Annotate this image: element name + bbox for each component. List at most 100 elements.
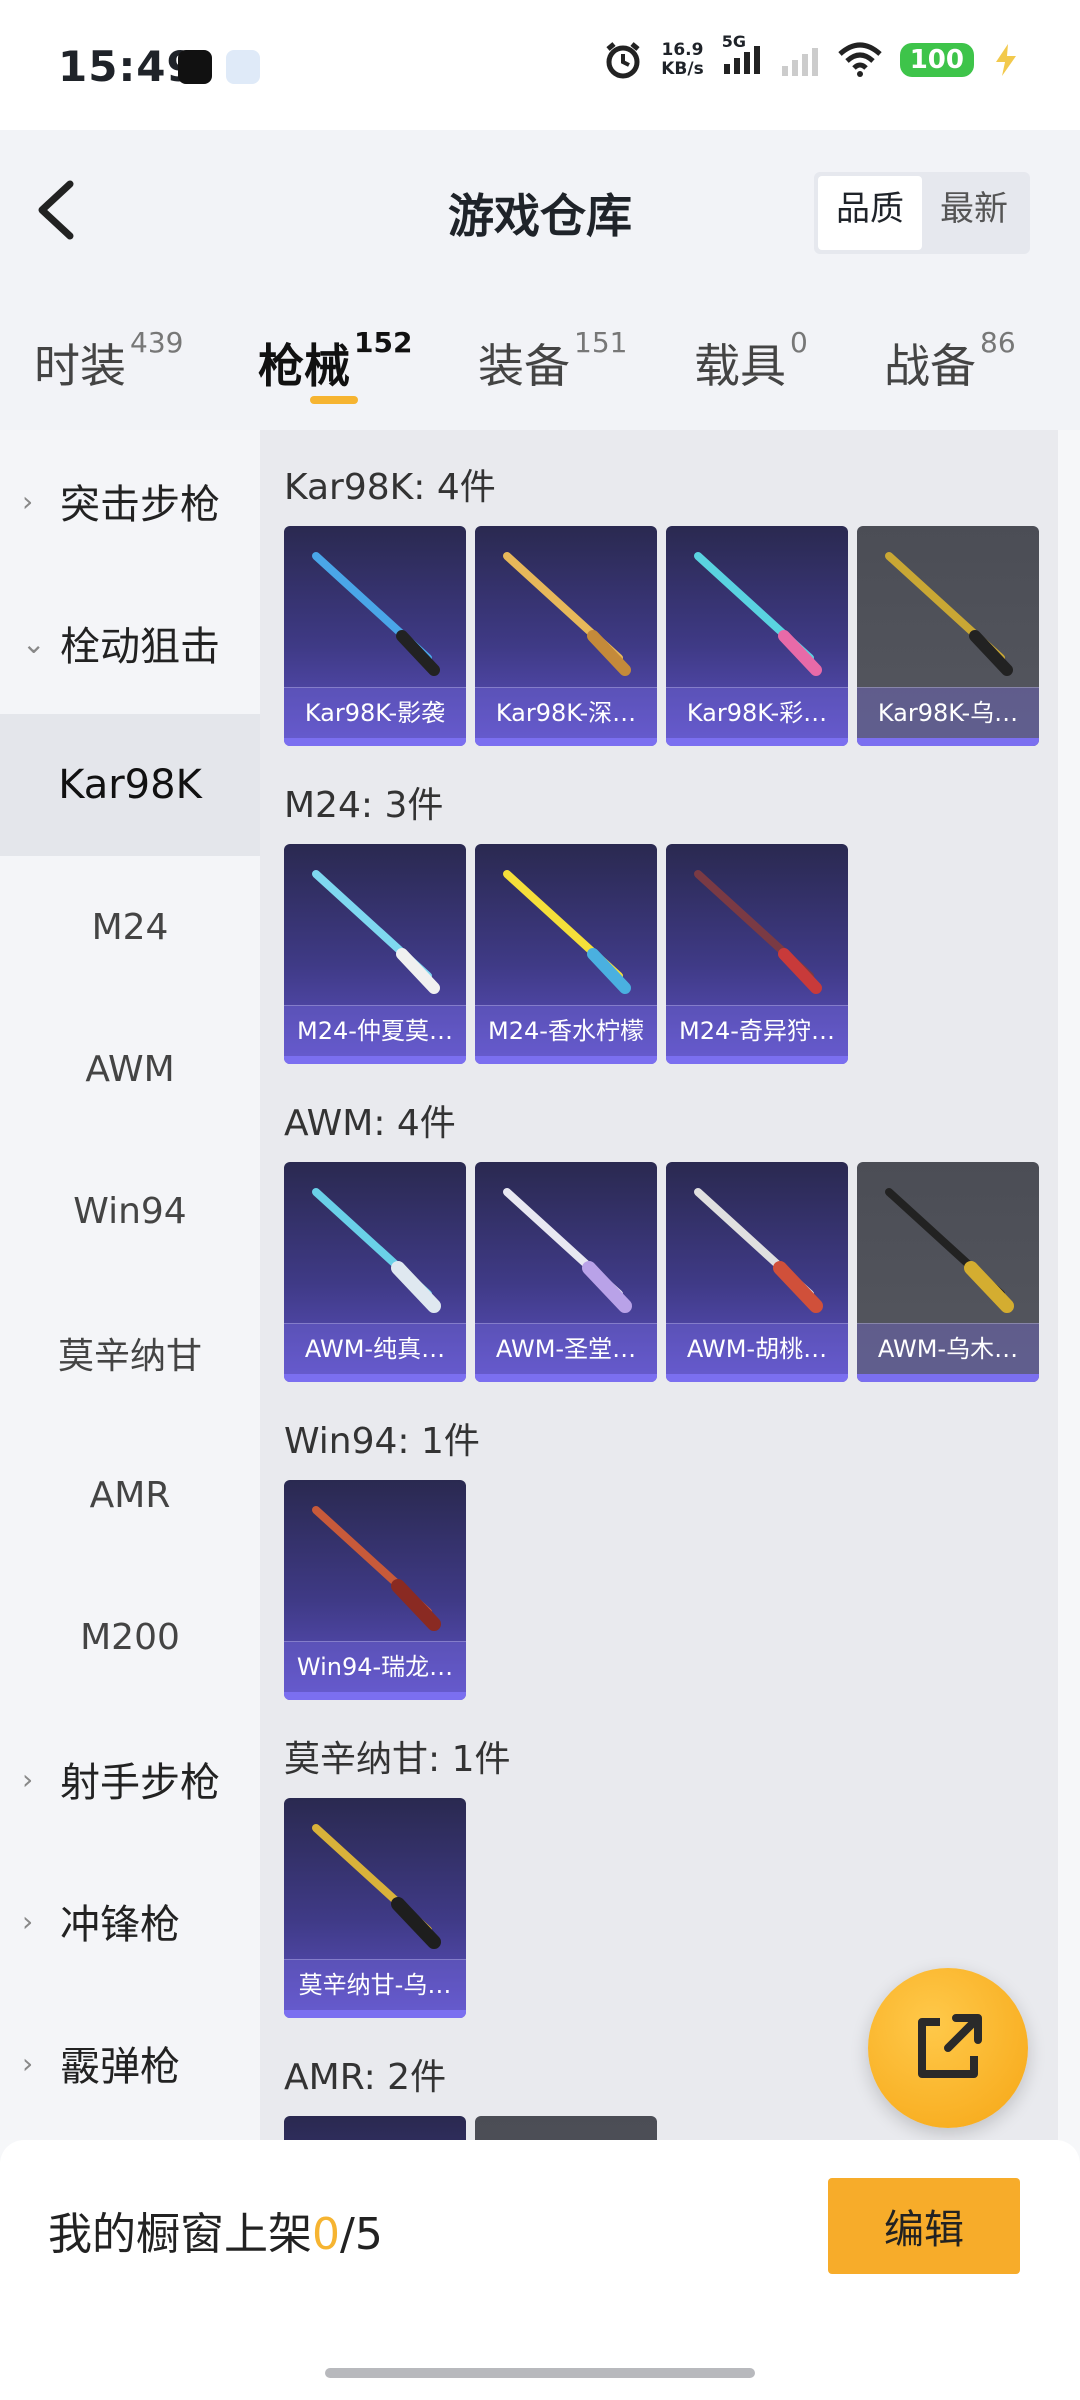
tab-count: 151 (574, 326, 628, 359)
sidebar-group-shotgun[interactable]: › 霰弹枪 (0, 1992, 260, 2134)
skin-card[interactable]: Kar98K-影袭 (284, 526, 466, 746)
rifle-icon (885, 552, 1013, 676)
chevron-right-icon: › (22, 484, 34, 518)
rarity-bar (666, 738, 848, 746)
weapon-category-sidebar: › 突击步枪 ⌄ 栓动狙击 Kar98K M24 AWM Win94 莫辛纳甘 … (0, 430, 260, 2140)
share-button[interactable] (868, 1968, 1028, 2128)
home-indicator[interactable] (325, 2368, 755, 2378)
share-icon (918, 2014, 982, 2078)
tab-count: 86 (980, 326, 1016, 359)
skin-name: AWM-纯真… (284, 1323, 466, 1374)
sidebar-group-label: 霰弹枪 (60, 2044, 180, 2090)
net-speed: 16.9 KB/s (661, 41, 703, 79)
sidebar-group-bolt-action[interactable]: ⌄ 栓动狙击 (0, 572, 260, 714)
edit-button[interactable]: 编辑 (828, 2178, 1020, 2274)
section-title-amr: AMR: 2件 (284, 2057, 447, 2098)
section-title-m24: M24: 3件 (284, 785, 444, 826)
chevron-down-icon: ⌄ (22, 626, 46, 660)
skin-card[interactable] (284, 2116, 466, 2140)
sidebar-group-label: 突击步枪 (60, 482, 220, 528)
skin-card[interactable]: AWM-乌木… (857, 1162, 1039, 1382)
chevron-right-icon: › (22, 1762, 34, 1796)
sidebar-group-smg[interactable]: › 冲锋枪 (0, 1850, 260, 1992)
status-time: 15:49 (58, 42, 197, 91)
notification-app-icon (178, 50, 212, 84)
sidebar-group-label: 冲锋枪 (60, 1902, 180, 1948)
sort-option-quality[interactable]: 品质 (818, 176, 922, 250)
rarity-bar (284, 1056, 466, 1064)
chevron-right-icon: › (22, 2046, 34, 2080)
rifle-icon (312, 1188, 441, 1313)
tab-label: 装备 (478, 339, 570, 393)
tab-vehicles[interactable]: 载具 0 (694, 326, 808, 396)
sidebar-item-m200[interactable]: M200 (0, 1566, 260, 1708)
skin-card[interactable]: M24-仲夏莫… (284, 844, 466, 1064)
skin-card[interactable]: Kar98K-深… (475, 526, 657, 746)
skin-card[interactable]: Win94-瑞龙… (284, 1480, 466, 1700)
section-title-kar98k: Kar98K: 4件 (284, 467, 496, 508)
skin-card[interactable] (475, 2116, 657, 2140)
sidebar-item-win94[interactable]: Win94 (0, 1140, 260, 1282)
showcase-count: 0 (312, 2209, 340, 2260)
rifle-icon (312, 1824, 441, 1949)
skin-card[interactable]: AWM-纯真… (284, 1162, 466, 1382)
sidebar-item-amr[interactable]: AMR (0, 1424, 260, 1566)
showcase-total: /5 (340, 2209, 383, 2260)
rarity-bar (475, 738, 657, 746)
rifle-icon (312, 1506, 441, 1631)
skin-card[interactable]: Kar98K-彩… (666, 526, 848, 746)
skin-name: AWM-圣堂… (475, 1323, 657, 1374)
rarity-bar (666, 1056, 848, 1064)
category-tabs: 时装 439 枪械 152 装备 151 载具 0 战备 86 (0, 290, 1080, 430)
tab-label: 战备 (884, 339, 976, 393)
skin-name: AWM-胡桃… (666, 1323, 848, 1374)
tab-fashion[interactable]: 时装 439 (34, 326, 183, 396)
skin-name: M24-奇异狩… (666, 1005, 848, 1056)
sidebar-item-m24[interactable]: M24 (0, 856, 260, 998)
tab-weapons[interactable]: 枪械 152 (258, 326, 412, 396)
weapon-skin-list: Kar98K: 4件 Kar98K-影袭 Kar98K-深… Kar98K-彩…… (260, 430, 1058, 2140)
status-right: 16.9 KB/s 5G 100 (603, 32, 1020, 80)
skin-card[interactable]: M24-香水柠檬 (475, 844, 657, 1064)
rarity-bar (284, 2010, 466, 2018)
sidebar-item-awm[interactable]: AWM (0, 998, 260, 1140)
tab-count: 0 (790, 326, 808, 359)
skin-card[interactable]: Kar98K-乌… (857, 526, 1039, 746)
sidebar-group-assault-rifles[interactable]: › 突击步枪 (0, 430, 260, 572)
sort-option-newest[interactable]: 最新 (922, 176, 1026, 250)
tab-count: 152 (354, 326, 413, 359)
network-type: 5G (721, 32, 746, 51)
skin-card[interactable]: AWM-胡桃… (666, 1162, 848, 1382)
tab-label: 枪械 (258, 339, 350, 393)
rarity-bar (857, 1374, 1039, 1382)
rarity-bar (475, 1056, 657, 1064)
active-tab-indicator (310, 396, 358, 404)
alarm-icon (606, 42, 640, 79)
wifi-icon (838, 42, 882, 77)
rarity-bar (475, 1374, 657, 1382)
sidebar-item-mosin[interactable]: 莫辛纳甘 (0, 1282, 260, 1424)
sidebar-item-kar98k[interactable]: Kar98K (0, 714, 260, 856)
battery-indicator: 100 (899, 43, 974, 77)
skin-card[interactable]: M24-奇异狩… (666, 844, 848, 1064)
skin-name: Kar98K-彩… (666, 687, 848, 738)
tab-equipment[interactable]: 装备 151 (478, 326, 627, 396)
skin-card[interactable]: 莫辛纳甘-乌… (284, 1798, 466, 2018)
skin-card[interactable]: AWM-圣堂… (475, 1162, 657, 1382)
showcase-status: 我的橱窗上架0/5 (48, 2198, 383, 2262)
skin-name: 莫辛纳甘-乌… (284, 1959, 466, 2010)
skin-name: M24-仲夏莫… (284, 1005, 466, 1056)
skin-name: Kar98K-乌… (857, 687, 1039, 738)
rifle-icon (885, 1188, 1014, 1313)
rarity-bar (284, 1692, 466, 1700)
section-title-win94: Win94: 1件 (284, 1421, 480, 1462)
sidebar-group-marksman-rifles[interactable]: › 射手步枪 (0, 1708, 260, 1850)
sidebar-group-label: 栓动狙击 (60, 624, 220, 670)
skin-name: M24-香水柠檬 (475, 1005, 657, 1056)
tab-tactical[interactable]: 战备 86 (884, 326, 1016, 396)
rarity-bar (284, 1374, 466, 1382)
rifle-icon (694, 1188, 823, 1313)
skin-name: Kar98K-影袭 (284, 687, 466, 738)
sidebar-group-label: 射手步枪 (60, 1760, 220, 1806)
signal-empty-icon (781, 48, 818, 76)
